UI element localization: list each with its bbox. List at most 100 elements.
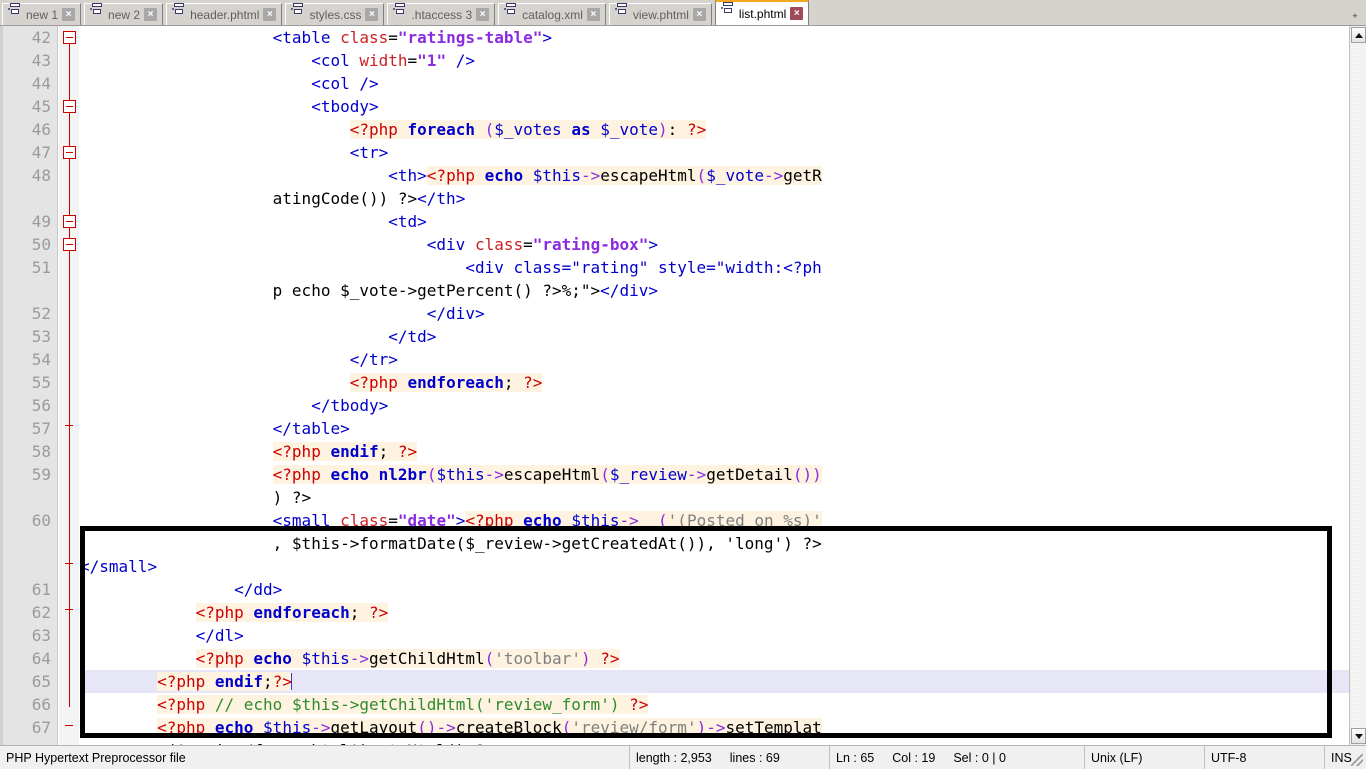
status-encoding: UTF-8 [1205, 746, 1325, 769]
tab-catalog-xml[interactable]: catalog.xml × [498, 2, 606, 25]
code-line[interactable]: <?php // echo $this->getChildHtml('revie… [80, 693, 1349, 716]
code-line[interactable]: <tr> [80, 141, 1349, 164]
tab-close-icon[interactable]: × [144, 8, 158, 21]
tab--htaccess-3[interactable]: .htaccess 3 × [387, 2, 496, 25]
scroll-down-button[interactable] [1351, 728, 1366, 744]
floppy-disk-icon [614, 2, 629, 22]
code-line[interactable]: p echo $_vote->getPercent() ?>%;"></div> [80, 279, 1349, 302]
status-document-type: PHP Hypertext Preprocessor file [0, 746, 630, 769]
line-number: 51 [31, 258, 51, 277]
fold-toggle-icon[interactable] [63, 238, 76, 251]
tab-label: new 1 [26, 7, 59, 22]
code-line[interactable]: <?php echo $this->getLayout()->createBlo… [80, 716, 1349, 739]
status-encoding-label: UTF-8 [1211, 750, 1247, 765]
gutter-edge [0, 26, 3, 745]
fold-toggle-icon[interactable] [63, 100, 76, 113]
fold-end-tick [65, 425, 73, 426]
line-number: 60 [31, 511, 51, 530]
code-line[interactable]: <td> [80, 210, 1349, 233]
tab-close-icon[interactable]: × [263, 8, 277, 21]
scrollbar-track[interactable] [1351, 43, 1366, 728]
code-line[interactable]: <?php echo nl2br($this->escapeHtml($_rev… [80, 463, 1349, 486]
code-line[interactable]: <small class="date"><?php echo $this->__… [80, 509, 1349, 532]
tab-close-icon[interactable]: × [62, 8, 76, 21]
tab-close-icon[interactable]: × [692, 8, 706, 21]
tab-new-1[interactable]: new 1 × [2, 2, 82, 25]
line-number: 44 [31, 74, 51, 93]
code-line[interactable]: </div> [80, 302, 1349, 325]
code-line[interactable]: </table> [80, 417, 1349, 440]
resize-grip[interactable] [1351, 746, 1366, 769]
line-number: 42 [31, 28, 51, 47]
floppy-disk-icon [393, 2, 407, 22]
status-lines-label: lines : 69 [729, 750, 780, 765]
tab-styles-css[interactable]: styles.css × [285, 2, 385, 25]
code-line[interactable]: atingCode()) ?></th> [80, 187, 1349, 210]
code-line[interactable]: <table class="ratings-table"> [80, 26, 1349, 49]
code-line[interactable]: ) ?> [80, 486, 1349, 509]
floppy-disk-icon [720, 1, 735, 21]
tab-label: header.phtml [190, 7, 260, 22]
tab-close-icon[interactable]: × [365, 8, 379, 21]
code-line[interactable]: <?php endif;?> [80, 670, 1349, 693]
text-cursor [290, 673, 292, 690]
tab-view-phtml[interactable]: view.phtml × [608, 2, 712, 25]
line-number: 48 [31, 166, 51, 185]
code-line[interactable]: <?php foreach ($_votes as $_vote): ?> [80, 118, 1349, 141]
fold-toggle-icon[interactable] [63, 215, 76, 228]
tab-close-icon[interactable]: × [586, 8, 600, 21]
status-eol-format: Unix (LF) [1085, 746, 1205, 769]
fold-end-tick [65, 725, 73, 726]
line-number: 43 [31, 51, 51, 70]
code-line[interactable]: <?php echo $this->getChildHtml('toolbar'… [80, 647, 1349, 670]
code-line[interactable]: <?php endforeach; ?> [80, 371, 1349, 394]
code-line[interactable]: <tbody> [80, 95, 1349, 118]
code-line[interactable]: </td> [80, 325, 1349, 348]
code-line[interactable]: <?php endif; ?> [80, 440, 1349, 463]
line-number: 45 [31, 97, 51, 116]
tab-header-phtml[interactable]: header.phtml × [166, 2, 283, 25]
tab-label: new 2 [108, 7, 141, 22]
vertical-scrollbar[interactable] [1349, 26, 1366, 745]
code-line[interactable]: <col width="1" /> [80, 49, 1349, 72]
code-line[interactable]: , $this->formatDate($_review->getCreated… [80, 532, 1349, 555]
code-line[interactable]: <th><?php echo $this->escapeHtml($_vote-… [80, 164, 1349, 187]
line-number: 64 [31, 649, 51, 668]
status-length-lines: length : 2,953 lines : 69 [630, 746, 830, 769]
line-number: 66 [31, 695, 51, 714]
fold-toggle-icon[interactable] [63, 31, 76, 44]
status-doc-type-label: PHP Hypertext Preprocessor file [6, 750, 186, 765]
code-line[interactable]: <div class="rating" style="width:<?ph [80, 256, 1349, 279]
floppy-disk-icon [90, 2, 104, 22]
line-number: 53 [31, 327, 51, 346]
code-line[interactable]: <div class="rating-box"> [80, 233, 1349, 256]
line-number: 58 [31, 442, 51, 461]
fold-end-tick [65, 609, 73, 610]
scroll-up-button[interactable] [1351, 27, 1366, 43]
status-sel-label: Sel : 0 | 0 [953, 750, 1006, 765]
code-line[interactable]: </dl> [80, 624, 1349, 647]
code-line[interactable]: </tbody> [80, 394, 1349, 417]
line-number: 54 [31, 350, 51, 369]
line-number: 59 [31, 465, 51, 484]
code-line[interactable]: </small> [80, 555, 1349, 578]
tab-label: catalog.xml [522, 7, 583, 22]
code-line[interactable]: </tr> [80, 348, 1349, 371]
code-line[interactable]: <?php endforeach; ?> [80, 601, 1349, 624]
tab-close-icon[interactable]: × [790, 7, 804, 20]
code-editor[interactable]: 42 43 44 45 46 47 48 49 50 51 52 53 54 55 56 57 58 59 60 61… [0, 26, 1366, 745]
floppy-disk-icon [504, 2, 518, 22]
code-line[interactable]: </dd> [80, 578, 1349, 601]
code-text-area[interactable]: <table class="ratings-table"> <col width… [80, 26, 1349, 745]
tab-list-phtml[interactable]: list.phtml × [714, 0, 810, 25]
tab-label: view.phtml [632, 7, 689, 22]
line-number: 63 [31, 626, 51, 645]
line-number: 55 [31, 373, 51, 392]
code-folding-column[interactable] [59, 26, 79, 745]
code-line[interactable]: <col /> [80, 72, 1349, 95]
fold-toggle-icon[interactable] [63, 146, 76, 159]
tab-close-icon[interactable]: × [476, 8, 490, 21]
tab-new-2[interactable]: new 2 × [84, 2, 164, 25]
tab-scroll-right-button[interactable]: + [1347, 7, 1363, 25]
fold-guide-line [69, 32, 70, 707]
